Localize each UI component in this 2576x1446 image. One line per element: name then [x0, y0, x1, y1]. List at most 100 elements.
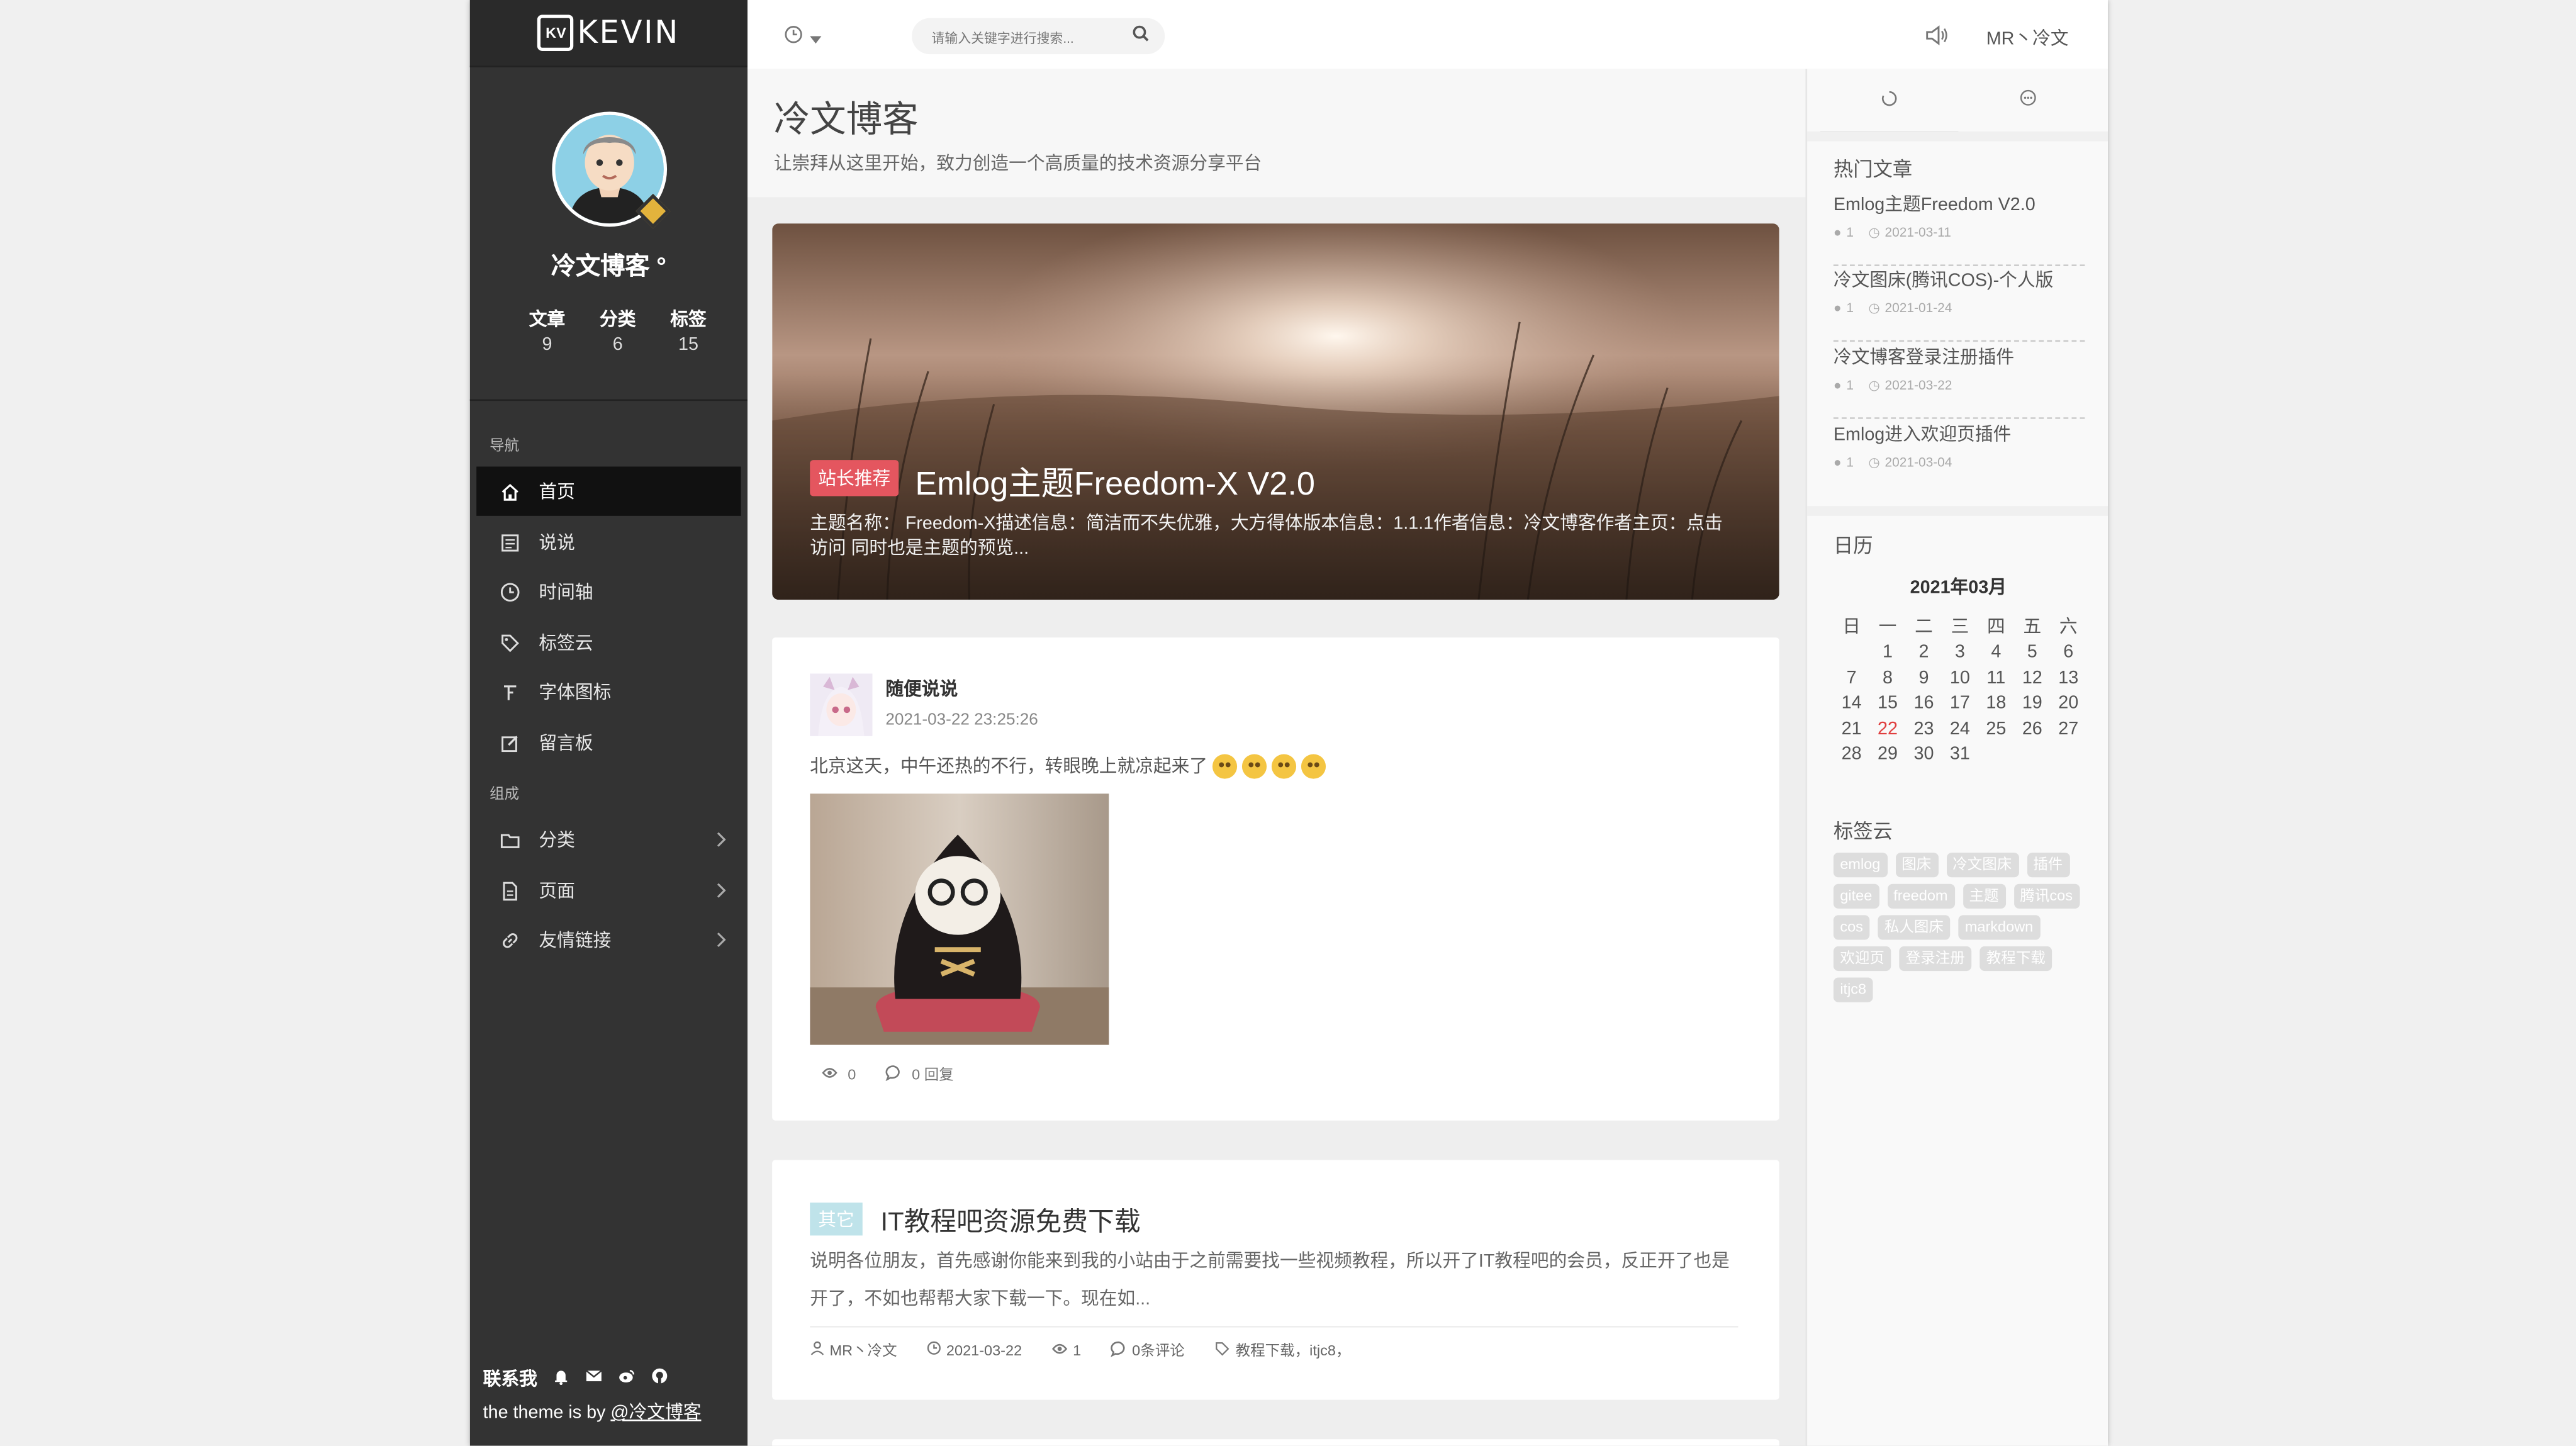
post-avatar[interactable] [810, 673, 873, 736]
tag-chip[interactable]: freedom [1886, 883, 1954, 909]
article-title[interactable]: IT教程吧资源免费下载 [880, 1199, 1140, 1239]
hot-heading: 热门文章 [1833, 157, 1913, 181]
calendar-day[interactable]: 1 [1869, 641, 1905, 665]
nav-item-pages[interactable]: 页面 [476, 866, 741, 915]
hot-article-title[interactable]: Emlog主题Freedom V2.0 [1834, 191, 2085, 217]
calendar-day[interactable]: 7 [1834, 666, 1869, 690]
calendar-day[interactable]: 14 [1834, 692, 1869, 716]
theme-credit: the theme is by @冷文博客 [483, 1398, 702, 1425]
tag-chip[interactable]: gitee [1833, 883, 1879, 909]
weibo-icon[interactable] [618, 1367, 636, 1390]
hot-article[interactable]: Emlog主题Freedom V2.0 ● 1 ◷ 2021-03-11 [1833, 191, 2085, 266]
mail-icon[interactable] [585, 1367, 603, 1390]
tag-chip[interactable]: 主题 [1963, 883, 2005, 909]
tag-chip[interactable]: 腾讯cos [2013, 883, 2080, 909]
tag-chip[interactable]: 插件 [2026, 853, 2069, 878]
calendar-day[interactable]: 5 [2014, 641, 2050, 665]
hot-article-title[interactable]: 冷文图床(腾讯COS)-个人版 [1834, 266, 2085, 293]
calendar-day[interactable]: 4 [1978, 641, 2014, 665]
nav-item-timeline[interactable]: 时间轴 [476, 567, 741, 616]
user-menu[interactable]: MR丶冷文 [1986, 25, 2069, 51]
history-dropdown[interactable] [783, 23, 822, 53]
post-text: 北京这天，中午还热的不行，转眼晚上就凉起来了 [810, 753, 1326, 779]
nav-label: 友情链接 [539, 931, 612, 951]
tag-chip[interactable]: 私人图床 [1878, 915, 1951, 940]
stat-value: 9 [542, 335, 552, 355]
tag-chip[interactable]: markdown [1958, 915, 2040, 940]
nav-item-links[interactable]: 友情链接 [476, 915, 741, 964]
calendar-day[interactable]: 31 [1942, 743, 1978, 766]
bell-icon[interactable] [552, 1367, 570, 1390]
calendar-day[interactable]: 25 [1978, 717, 2014, 741]
calendar-month: 2021年03月 [1910, 578, 2007, 598]
calendar-day[interactable]: 10 [1942, 666, 1978, 690]
logo[interactable]: KV KEVIN [469, 0, 748, 68]
tag-chip[interactable]: 欢迎页 [1833, 946, 1891, 972]
stat-categories[interactable]: 分类 6 [590, 306, 646, 354]
calendar-day[interactable]: 30 [1906, 743, 1942, 766]
nav-item-guestbook[interactable]: 留言板 [476, 718, 741, 767]
calendar-day[interactable]: 15 [1869, 692, 1905, 716]
category-badge[interactable]: 其它 [810, 1202, 863, 1236]
search-button[interactable] [1116, 18, 1165, 54]
hot-article[interactable]: 冷文博客登录注册插件 ● 1 ◷ 2021-03-22 [1833, 344, 2085, 419]
tag-chip[interactable]: itjc8 [1833, 977, 1873, 1002]
calendar-day[interactable]: 6 [2051, 641, 2086, 665]
calendar-day[interactable]: 13 [2051, 666, 2086, 690]
clock-icon [783, 23, 803, 53]
page-title: 冷文博客 [773, 98, 919, 140]
tag-chip[interactable]: 教程下载 [1980, 946, 2052, 972]
tab-hot[interactable] [1820, 69, 1959, 135]
post-photo[interactable] [810, 793, 1109, 1045]
calendar-day[interactable]: 18 [1978, 692, 2014, 716]
reply-count[interactable]: 0 回复 [912, 1063, 954, 1084]
credit-link[interactable]: @冷文博客 [610, 1403, 701, 1423]
calendar-day[interactable]: 11 [1978, 666, 2014, 690]
hot-article-meta: ● 1 ◷ 2021-03-11 [1834, 225, 2085, 240]
tag-chip[interactable]: 登录注册 [1899, 946, 1972, 972]
calendar-day[interactable]: 9 [1906, 666, 1942, 690]
calendar-day[interactable]: 23 [1906, 717, 1942, 741]
calendar-day-today[interactable]: 22 [1869, 717, 1905, 741]
nav-item-tagcloud[interactable]: 标签云 [476, 618, 741, 667]
calendar-day[interactable]: 20 [2051, 692, 2086, 716]
hot-article-title[interactable]: 冷文博客登录注册插件 [1834, 344, 2085, 370]
speaker-icon[interactable] [1925, 25, 1949, 54]
stat-tags[interactable]: 标签 15 [661, 306, 717, 354]
nav-item-home[interactable]: 首页 [476, 466, 741, 516]
hot-article-title[interactable]: Emlog进入欢迎页插件 [1834, 420, 2085, 447]
calendar-day[interactable]: 16 [1906, 692, 1942, 716]
calendar-day[interactable]: 17 [1942, 692, 1978, 716]
calendar-day[interactable]: 12 [2014, 666, 2050, 690]
featured-post[interactable]: 站长推荐 Emlog主题Freedom-X V2.0 主题名称： Freedom… [772, 223, 1779, 600]
github-icon[interactable] [651, 1367, 669, 1390]
article-comments[interactable]: 0条评论 [1132, 1339, 1185, 1360]
featured-title[interactable]: Emlog主题Freedom-X V2.0 [915, 457, 1315, 505]
calendar-day[interactable]: 29 [1869, 743, 1905, 766]
calendar-day[interactable]: 24 [1942, 717, 1978, 741]
nav-item-fonticons[interactable]: 字体图标 [476, 667, 741, 716]
calendar-day[interactable]: 21 [1834, 717, 1869, 741]
calendar-day[interactable]: 26 [2014, 717, 2050, 741]
calendar-day[interactable]: 28 [1834, 743, 1869, 766]
tag-chip[interactable]: cos [1833, 915, 1870, 940]
tag-chip[interactable]: 冷文图床 [1946, 853, 2019, 878]
tag-chip[interactable]: 图床 [1895, 853, 1938, 878]
calendar-day[interactable]: 2 [1906, 641, 1942, 665]
post-author[interactable]: 随便说说 [885, 675, 958, 702]
calendar-day[interactable]: 27 [2051, 717, 2086, 741]
nav-item-talk[interactable]: 说说 [476, 517, 741, 566]
article-tags[interactable]: 教程下载，itjc8， [1236, 1339, 1351, 1360]
stat-articles[interactable]: 文章 9 [519, 306, 575, 355]
calendar-day[interactable]: 3 [1942, 641, 1978, 665]
hot-article[interactable]: Emlog进入欢迎页插件 ● 1 ◷ 2021-03-04 [1834, 420, 2085, 494]
calendar-day[interactable]: 8 [1869, 666, 1905, 690]
tab-comments[interactable] [1958, 69, 2096, 132]
search-input[interactable] [912, 18, 1129, 58]
nav-item-category[interactable]: 分类 [476, 815, 741, 864]
hot-article[interactable]: 冷文图床(腾讯COS)-个人版 ● 1 ◷ 2021-01-24 [1833, 266, 2085, 342]
hot-views: 1 [1846, 300, 1854, 316]
article-author[interactable]: MR丶冷文 [830, 1339, 897, 1360]
tag-chip[interactable]: emlog [1833, 853, 1887, 878]
calendar-day[interactable]: 19 [2014, 692, 2050, 716]
